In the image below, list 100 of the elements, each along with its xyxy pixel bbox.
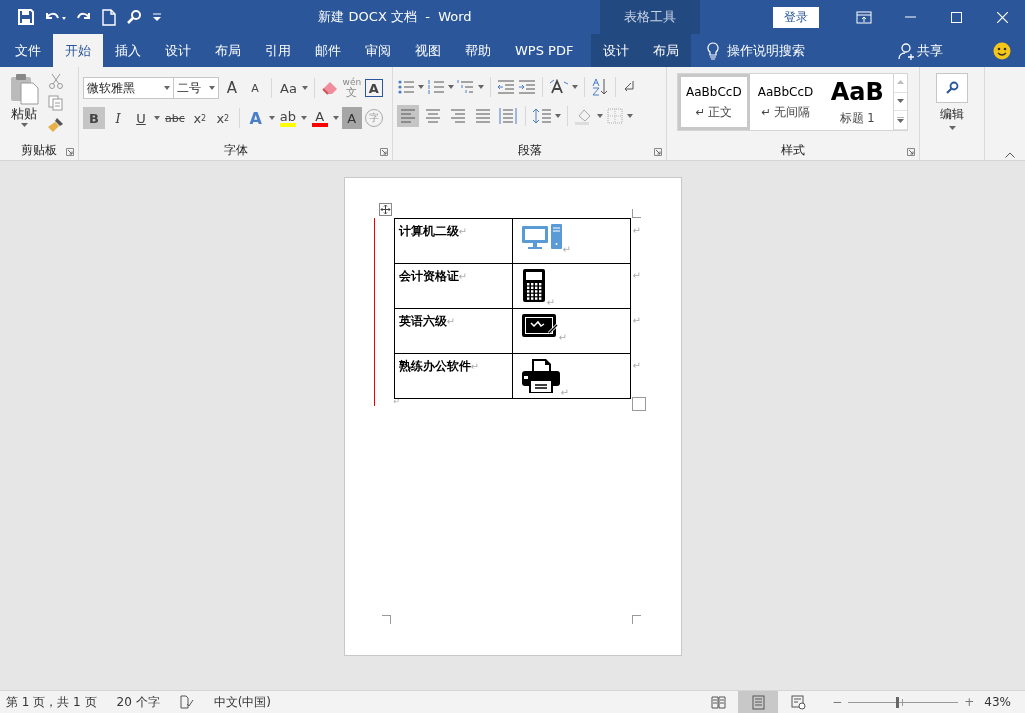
sign-in-button[interactable]: 登录 bbox=[773, 6, 819, 28]
zoom-slider-thumb[interactable] bbox=[896, 696, 900, 708]
crop-mark bbox=[631, 615, 641, 624]
font-size-field[interactable]: 二号 bbox=[173, 77, 219, 99]
sort-icon[interactable] bbox=[591, 78, 609, 96]
dialog-launcher-icon[interactable] bbox=[654, 148, 662, 156]
strike-button[interactable]: abc bbox=[163, 107, 187, 129]
ribbon-tab[interactable]: 插入 bbox=[103, 34, 153, 67]
eraser-icon[interactable] bbox=[320, 80, 339, 96]
dialog-launcher-icon[interactable] bbox=[907, 148, 915, 156]
window-title: 新建 DOCX 文档 - Word bbox=[318, 8, 472, 26]
maximize-icon[interactable] bbox=[950, 11, 962, 23]
save-icon[interactable] bbox=[18, 9, 34, 25]
zoom-in-button[interactable]: + bbox=[964, 695, 975, 709]
zoom-out-button[interactable]: − bbox=[832, 695, 843, 709]
close-icon[interactable] bbox=[996, 11, 1008, 23]
dialog-launcher-icon[interactable] bbox=[66, 148, 74, 156]
paste-icon[interactable] bbox=[9, 73, 39, 105]
desktop-computer-icon bbox=[520, 223, 563, 251]
new-document-icon[interactable] bbox=[102, 8, 116, 26]
format-painter-icon[interactable] bbox=[48, 117, 64, 133]
character-border-button[interactable]: A bbox=[364, 79, 383, 97]
font-name-field[interactable]: 微软雅黑 bbox=[83, 77, 174, 99]
paragraph-mark: ↵ bbox=[546, 297, 555, 308]
table-cell-text: 熟练办公软件 bbox=[398, 359, 471, 373]
dropdown-caret-icon[interactable] bbox=[20, 123, 28, 128]
group-label: 段落 bbox=[517, 141, 542, 159]
dropdown-caret-icon[interactable] bbox=[948, 126, 956, 131]
print-layout-button[interactable] bbox=[738, 691, 779, 713]
page-count[interactable]: 第 1 页，共 1 页 bbox=[6, 693, 97, 711]
person-add-icon bbox=[898, 41, 914, 60]
ribbon-tab[interactable]: 引用 bbox=[253, 34, 303, 67]
style-gallery-item[interactable]: AaBbCcD ↵ 正文 bbox=[678, 74, 750, 130]
character-shading-button[interactable]: A bbox=[341, 107, 362, 129]
bold-button[interactable]: B bbox=[83, 107, 105, 129]
share-button[interactable]: 共享 bbox=[917, 41, 943, 60]
dialog-launcher-icon[interactable] bbox=[380, 148, 388, 156]
chinese-layout-icon[interactable] bbox=[549, 79, 569, 95]
signature-screen-icon bbox=[520, 313, 559, 339]
zoom-level[interactable]: 43% bbox=[984, 695, 1011, 709]
underline-button[interactable]: U bbox=[131, 107, 151, 129]
scroll-down-icon[interactable] bbox=[897, 99, 905, 104]
printer-icon bbox=[520, 358, 561, 394]
table-cell-text: 英语六级 bbox=[398, 314, 447, 328]
customize-icon[interactable] bbox=[152, 12, 162, 22]
web-layout-icon[interactable] bbox=[790, 694, 806, 710]
ribbon-tab[interactable]: 开始 bbox=[53, 34, 103, 67]
crop-mark bbox=[381, 615, 391, 624]
tell-me-search[interactable]: 操作说明搜索 bbox=[727, 41, 806, 60]
text-effects-button[interactable]: A bbox=[245, 107, 266, 129]
line-spacing-icon[interactable] bbox=[532, 107, 552, 125]
italic-button[interactable]: I bbox=[108, 107, 128, 129]
proofing-icon[interactable] bbox=[179, 695, 194, 709]
language-status[interactable]: 中文(中国) bbox=[213, 693, 271, 711]
collapse-ribbon-icon[interactable] bbox=[1005, 152, 1015, 158]
search-icon bbox=[945, 81, 959, 95]
search-icon[interactable] bbox=[126, 9, 142, 25]
smiley-icon[interactable] bbox=[993, 41, 1011, 60]
paragraph-mark: ↵ bbox=[560, 387, 569, 398]
ribbon-tab[interactable]: WPS PDF bbox=[503, 34, 586, 67]
word-count[interactable]: 20 个字 bbox=[116, 693, 160, 711]
ribbon-display-icon[interactable] bbox=[856, 10, 872, 24]
table-cell-text: 会计资格证 bbox=[398, 269, 459, 283]
ribbon-tab[interactable]: 布局 bbox=[203, 34, 253, 67]
paragraph-mark: ↵ bbox=[558, 332, 567, 343]
calculator-icon bbox=[520, 268, 547, 304]
more-icon[interactable] bbox=[897, 116, 905, 124]
change-case-button[interactable]: Aa bbox=[278, 77, 299, 99]
paragraph-mark: ↵ bbox=[632, 359, 641, 371]
highlight-button[interactable]: ab bbox=[277, 107, 298, 129]
ribbon-tab[interactable]: 设计 bbox=[591, 34, 642, 67]
ribbon-tab[interactable]: 设计 bbox=[153, 34, 203, 67]
read-mode-icon[interactable] bbox=[710, 694, 726, 710]
ribbon-tab[interactable]: 邮件 bbox=[303, 34, 353, 67]
sup-button[interactable]: x$^{2}$ bbox=[212, 107, 233, 129]
grow-font-button[interactable]: A bbox=[222, 77, 242, 99]
group-label: 剪贴板 bbox=[21, 141, 57, 159]
paste-button[interactable]: 粘贴 bbox=[11, 105, 37, 123]
paragraph-mark: ↵ bbox=[562, 244, 571, 255]
multilevel-list-icon[interactable] bbox=[457, 79, 475, 95]
paragraph-mark: ↵ bbox=[393, 397, 401, 406]
paragraph-mark: ↵ bbox=[458, 226, 467, 237]
find-button[interactable] bbox=[936, 73, 968, 103]
shrink-font-button[interactable]: A bbox=[245, 77, 265, 99]
ribbon-tab[interactable]: 帮助 bbox=[453, 34, 503, 67]
crop-mark bbox=[631, 209, 641, 218]
table-resize-handle[interactable] bbox=[631, 397, 646, 411]
paragraph-mark: ↵ bbox=[458, 271, 467, 282]
editing-button[interactable]: 编辑 bbox=[940, 106, 964, 123]
bullets-icon[interactable] bbox=[397, 79, 415, 95]
style-gallery-item[interactable]: AaB 标题 1 bbox=[821, 74, 894, 130]
ribbon-tab[interactable]: 视图 bbox=[403, 34, 453, 67]
ribbon-tab[interactable]: 布局 bbox=[641, 34, 692, 67]
font-color-button[interactable]: A bbox=[309, 107, 330, 129]
group-label: 样式 bbox=[781, 141, 805, 159]
paragraph-mark: ↵ bbox=[446, 316, 455, 327]
style-gallery-item[interactable]: AaBbCcD ↵ 无间隔 bbox=[749, 74, 822, 130]
ribbon-tab[interactable]: 文件 bbox=[3, 34, 53, 67]
table-move-handle-icon[interactable] bbox=[378, 203, 392, 216]
ribbon-tab[interactable]: 审阅 bbox=[353, 34, 403, 67]
